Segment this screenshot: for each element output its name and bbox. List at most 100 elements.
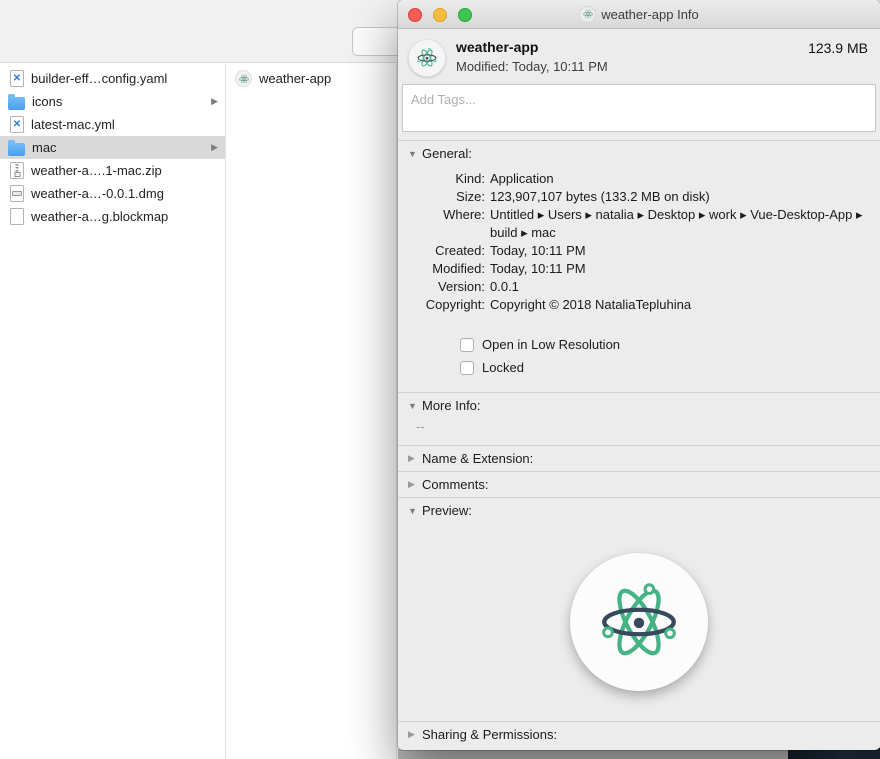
disclosure-open-icon: ▼ (408, 148, 417, 159)
file-name: weather-a….1-mac.zip (31, 163, 162, 178)
modified-line: Modified: Today, 10:11 PM (456, 59, 608, 74)
row-value: Today, 10:11 PM (490, 243, 586, 258)
electron-preview-icon (570, 553, 708, 691)
file-name: weather-a…g.blockmap (31, 209, 169, 224)
info-row-kind: Kind: Application (398, 170, 880, 188)
section-sharing: ▶ Sharing & Permissions: (398, 721, 880, 750)
info-header: weather-app Modified: Today, 10:11 PM 12… (398, 29, 880, 83)
traffic-lights (408, 8, 483, 22)
row-label: Where: (443, 207, 485, 222)
file-row[interactable]: latest-mac.yml (0, 113, 225, 136)
file-name: mac (32, 140, 57, 155)
get-info-window: weather-app Info weather-app Modified: T… (398, 0, 880, 750)
row-value: Today, 10:11 PM (490, 261, 586, 276)
file-row[interactable]: builder-eff…config.yaml (0, 67, 225, 90)
more-info-value: -- (416, 419, 425, 434)
checkbox-label: Locked (482, 360, 524, 375)
checkbox-group: Open in Low Resolution Locked (460, 333, 880, 379)
doc-file-icon (10, 208, 24, 225)
disclosure-open-icon: ▼ (408, 400, 417, 411)
open-low-res-row: Open in Low Resolution (460, 333, 880, 356)
chevron-right-icon: ▶ (211, 96, 218, 106)
folder-row-selected[interactable]: mac ▶ (0, 136, 225, 159)
section-general: ▼ General: Kind: Application Size: 123,907… (398, 140, 880, 392)
window-title-area: weather-app Info (579, 5, 699, 23)
app-proxy-icon (579, 5, 597, 23)
electron-app-icon (235, 70, 252, 87)
add-tags-input[interactable] (403, 85, 875, 114)
finder-column-files: builder-eff…config.yaml icons ▶ latest-m… (0, 64, 226, 759)
chevron-right-icon: ▶ (211, 142, 218, 152)
info-row-copyright: Copyright: Copyright © 2018 NataliaTepluh… (398, 296, 880, 314)
general-section-header[interactable]: ▼ General: (398, 141, 880, 166)
app-name: weather-app (456, 39, 539, 55)
name-extension-section-header[interactable]: ▶ Name & Extension: (398, 446, 880, 471)
folder-icon (8, 139, 25, 156)
titlebar[interactable]: weather-app Info (398, 0, 880, 29)
general-rows: Kind: Application Size: 123,907,107 bytes … (398, 170, 880, 314)
close-button[interactable] (408, 8, 422, 22)
locked-row: Locked (460, 356, 880, 379)
disclosure-closed-icon: ▶ (408, 729, 415, 739)
section-label: Name & Extension: (422, 451, 534, 466)
comments-section-header[interactable]: ▶ Comments: (398, 472, 880, 497)
row-value: Application (490, 171, 554, 186)
info-row-size: Size: 123,907,107 bytes (133.2 MB on disk… (398, 188, 880, 206)
section-name-extension: ▶ Name & Extension: (398, 445, 880, 471)
row-value: 123,907,107 bytes (133.2 MB on disk) (490, 189, 710, 204)
preview-section-header[interactable]: ▼ Preview: (398, 498, 880, 523)
row-label: Copyright: (425, 297, 485, 312)
yaml-file-icon (10, 116, 24, 133)
row-label: Created: (435, 243, 485, 258)
section-label: Preview: (422, 503, 472, 518)
info-row-where: Where: Untitled ▸ Users ▸ natalia ▸ Deskt… (398, 206, 880, 242)
checkbox-label: Open in Low Resolution (482, 337, 621, 352)
file-name: weather-a…-0.0.1.dmg (31, 186, 164, 201)
yaml-file-icon (10, 70, 24, 87)
sharing-section-header[interactable]: ▶ Sharing & Permissions: (398, 722, 880, 750)
minimize-button[interactable] (433, 8, 447, 22)
disclosure-closed-icon: ▶ (408, 479, 415, 489)
section-label: Comments: (422, 477, 489, 492)
section-comments: ▶ Comments: (398, 471, 880, 497)
section-label: Sharing & Permissions: (422, 727, 558, 742)
file-name: icons (32, 94, 63, 109)
disclosure-open-icon: ▼ (408, 505, 417, 516)
section-preview: ▼ Preview: (398, 497, 880, 721)
more-info-section-header[interactable]: ▼ More Info: (398, 393, 880, 418)
row-label: Size: (456, 189, 485, 204)
row-value: Copyright © 2018 NataliaTepluhina (490, 297, 692, 312)
header-text: weather-app Modified: Today, 10:11 PM (456, 39, 608, 74)
zoom-button[interactable] (458, 8, 472, 22)
file-name: latest-mac.yml (31, 117, 115, 132)
dmg-file-icon (10, 185, 24, 202)
info-row-modified: Modified: Today, 10:11 PM (398, 260, 880, 278)
tags-box (402, 84, 876, 132)
row-label: Modified: (432, 261, 485, 276)
row-label: Version: (438, 279, 485, 294)
section-more-info: ▼ More Info: -- (398, 392, 880, 445)
open-low-res-checkbox[interactable] (460, 337, 474, 352)
file-row[interactable]: weather-a…g.blockmap (0, 205, 225, 228)
file-row[interactable]: weather-a…-0.0.1.dmg (0, 182, 225, 205)
info-row-version: Version: 0.0.1 (398, 278, 880, 296)
electron-app-icon (408, 39, 446, 77)
row-value: 0.0.1 (490, 279, 519, 294)
window-title: weather-app Info (601, 6, 699, 22)
folder-icon (8, 93, 25, 110)
file-name: builder-eff…config.yaml (31, 71, 168, 86)
file-row[interactable]: weather-a….1-mac.zip (0, 159, 225, 182)
window-shadow-strip (398, 749, 790, 759)
row-value: Untitled ▸ Users ▸ natalia ▸ Desktop ▸ w… (490, 207, 863, 240)
app-size: 123.9 MB (808, 40, 868, 56)
section-label: General: (422, 146, 472, 161)
preview-body (398, 523, 880, 721)
zip-file-icon (10, 162, 24, 179)
section-label: More Info: (422, 398, 481, 413)
row-label: Kind: (455, 171, 485, 186)
app-row[interactable]: weather-app (227, 67, 396, 90)
folder-row[interactable]: icons ▶ (0, 90, 225, 113)
locked-checkbox[interactable] (460, 360, 474, 375)
file-name: weather-app (259, 71, 332, 86)
screen: builder-eff…config.yaml icons ▶ latest-m… (0, 0, 880, 759)
